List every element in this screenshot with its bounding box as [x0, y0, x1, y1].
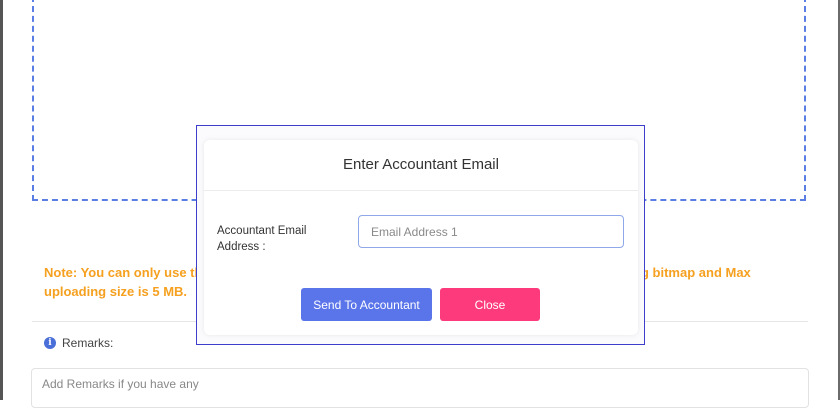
accountant-email-modal: Enter Accountant Email Accountant Email …: [204, 140, 638, 335]
accountant-email-input[interactable]: [358, 215, 624, 248]
modal-highlight-frame: Enter Accountant Email Accountant Email …: [196, 125, 645, 345]
close-button[interactable]: Close: [440, 288, 540, 321]
remarks-label: i Remarks:: [44, 336, 113, 350]
accountant-email-label: Accountant Email Address :: [217, 225, 307, 253]
info-icon: i: [44, 337, 56, 349]
modal-header-divider: [204, 190, 638, 191]
modal-title: Enter Accountant Email: [343, 156, 499, 173]
remarks-input[interactable]: [31, 368, 809, 408]
send-to-accountant-button[interactable]: Send To Accountant: [301, 288, 432, 321]
upload-note-right: g bitmap and Max: [641, 265, 751, 280]
window-left-edge: [0, 0, 3, 400]
remarks-label-text: Remarks:: [62, 336, 114, 350]
